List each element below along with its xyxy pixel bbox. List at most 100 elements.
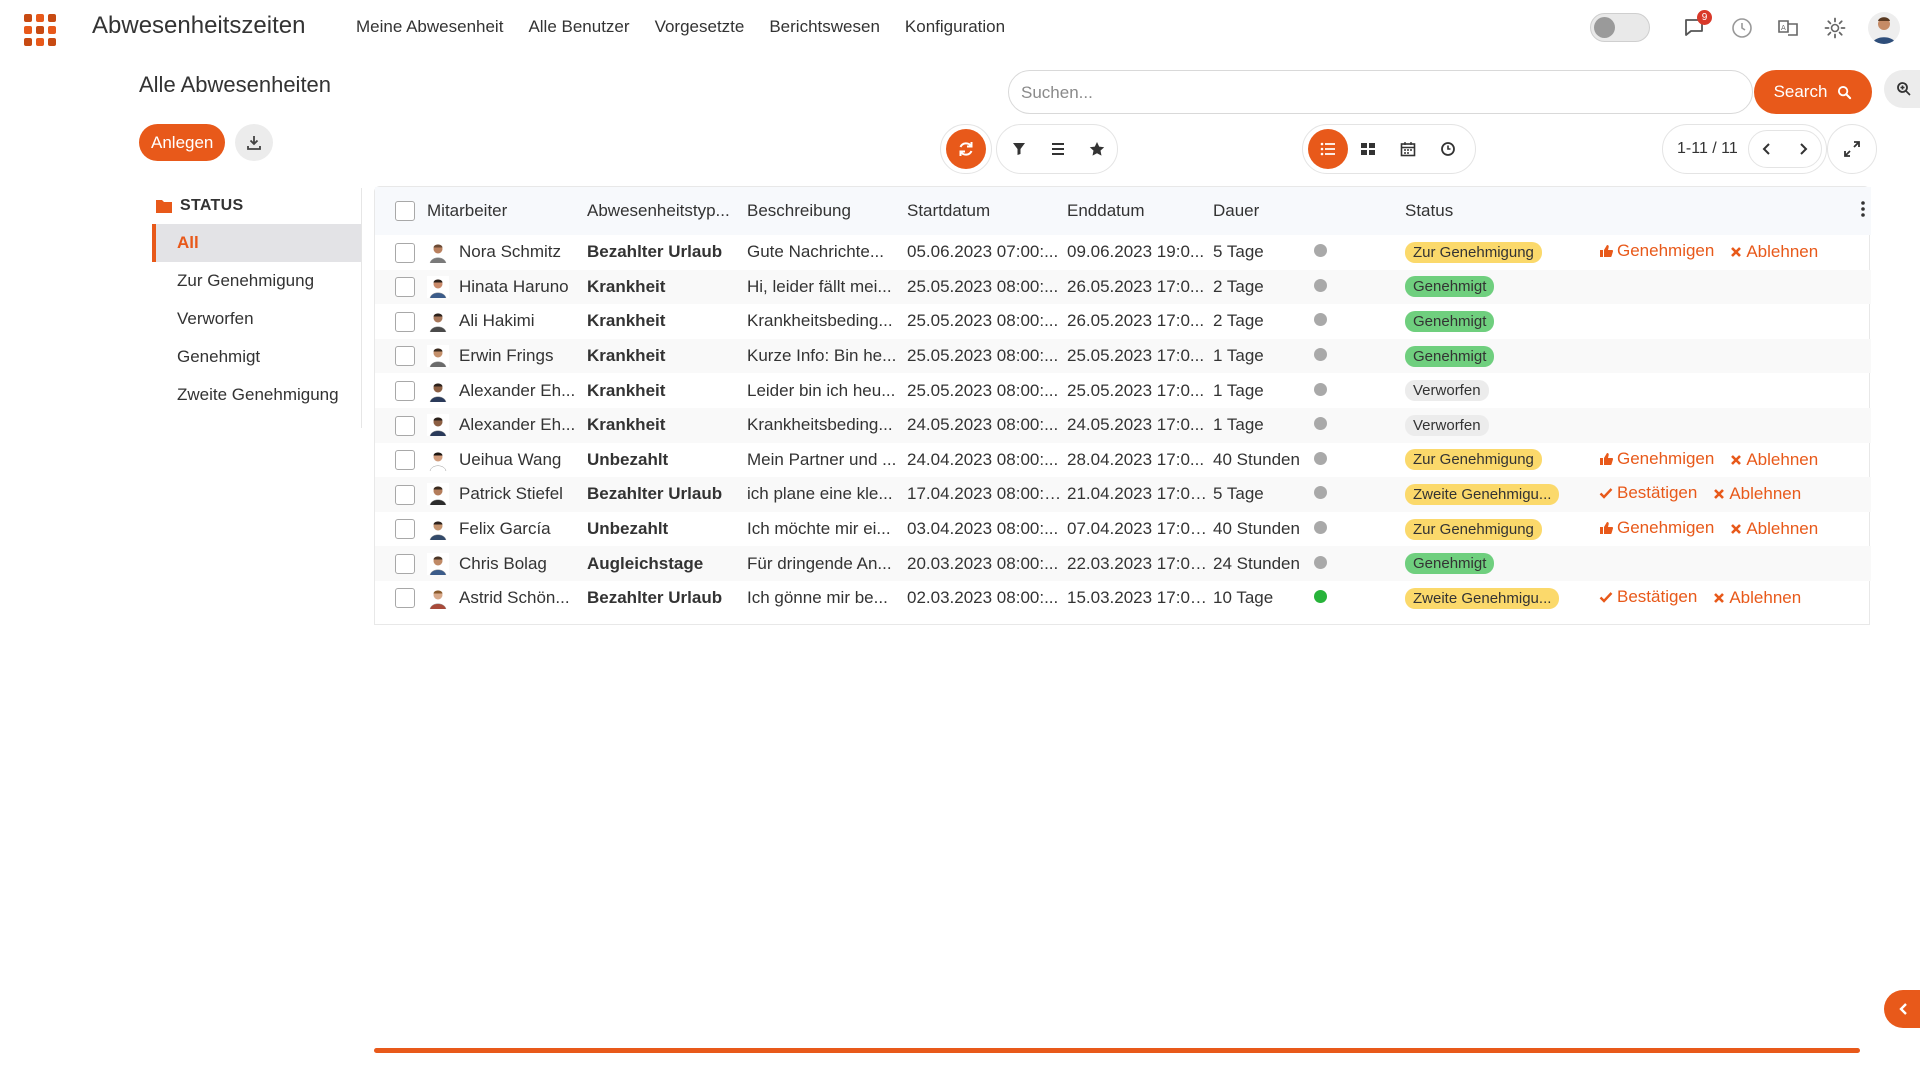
activity-status-dot[interactable] xyxy=(1314,417,1327,431)
pager-range[interactable]: 1-11 / 11 xyxy=(1677,140,1738,158)
status-sidebar: STATUS All Zur Genehmigung Verworfen Gen… xyxy=(152,188,362,428)
row-checkbox[interactable] xyxy=(395,588,415,609)
header-end[interactable]: Enddatum xyxy=(1063,187,1209,235)
menu-item-all-users[interactable]: Alle Benutzer xyxy=(528,17,629,37)
menu-item-my-absence[interactable]: Meine Abwesenheit xyxy=(356,17,503,37)
row-select-cell xyxy=(375,338,423,374)
row-checkbox[interactable] xyxy=(395,380,415,401)
activity-status-dot[interactable] xyxy=(1314,590,1327,604)
reject-button[interactable]: Ablehnen xyxy=(1713,484,1801,504)
download-button[interactable] xyxy=(235,124,273,161)
chevron-left-icon xyxy=(1899,1003,1907,1015)
header-description[interactable]: Beschreibung xyxy=(743,187,903,235)
activity-status-dot[interactable] xyxy=(1314,451,1327,465)
row-checkbox[interactable] xyxy=(395,484,415,505)
language-icon[interactable]: A xyxy=(1774,14,1802,42)
activity-status-dot[interactable] xyxy=(1314,486,1327,500)
row-checkbox[interactable] xyxy=(395,553,415,574)
menu-item-managers[interactable]: Vorgesetzte xyxy=(655,17,745,37)
filter-button[interactable] xyxy=(999,129,1038,169)
table-row[interactable]: Hinata Haruno Krankheit Hi, leider fällt m… xyxy=(375,269,1871,305)
row-checkbox[interactable] xyxy=(395,450,415,471)
employee-avatar xyxy=(427,518,449,541)
reject-button[interactable]: Ablehnen xyxy=(1730,519,1818,539)
absence-table-container: Mitarbeiter Abwesenheitstyp... Beschreib… xyxy=(374,186,1871,625)
header-duration[interactable]: Dauer xyxy=(1209,187,1309,235)
group-by-button[interactable] xyxy=(1038,129,1077,169)
sidebar-item-rejected[interactable]: Verworfen xyxy=(152,300,361,338)
row-checkbox[interactable] xyxy=(395,346,415,367)
chat-icon[interactable]: 9 xyxy=(1680,10,1712,42)
clock-icon[interactable] xyxy=(1728,14,1756,42)
favorites-button[interactable] xyxy=(1078,129,1117,169)
list-view-button[interactable] xyxy=(1308,129,1348,169)
row-checkbox[interactable] xyxy=(395,311,415,332)
search-button[interactable]: Search xyxy=(1754,70,1872,114)
table-row[interactable]: Felix García Unbezahlt Ich möchte mir ei..… xyxy=(375,512,1871,547)
zoom-icon[interactable] xyxy=(1884,70,1920,108)
approve-button[interactable]: Genehmigen xyxy=(1599,449,1714,469)
horizontal-scrollbar[interactable] xyxy=(374,1048,1860,1053)
table-row[interactable]: Alexander Eh... Krankheit Krankheitsbeding… xyxy=(375,407,1871,443)
header-type[interactable]: Abwesenheitstyp... xyxy=(583,187,743,235)
table-row[interactable]: Ali Hakimi Krankheit Krankheitsbeding... 25… xyxy=(375,304,1871,339)
search-input[interactable] xyxy=(1021,81,1561,105)
table-row[interactable]: Nora Schmitz Bezahlter Urlaub Gute Nachric… xyxy=(375,235,1871,270)
menu-item-reporting[interactable]: Berichtswesen xyxy=(769,17,880,37)
kanban-view-button[interactable] xyxy=(1348,129,1388,169)
table-row[interactable]: Astrid Schön... Bezahlter Urlaub Ich gönne… xyxy=(375,581,1871,616)
table-row[interactable]: Ueihua Wang Unbezahlt Mein Partner und ...… xyxy=(375,443,1871,478)
activity-status-dot[interactable] xyxy=(1314,521,1327,535)
expand-button[interactable] xyxy=(1827,124,1877,174)
header-employee[interactable]: Mitarbeiter xyxy=(423,187,583,235)
activity-status-dot[interactable] xyxy=(1314,244,1327,258)
table-row[interactable]: Patrick Stiefel Bezahlter Urlaub ich plane… xyxy=(375,477,1871,512)
employee-avatar xyxy=(427,275,449,298)
row-checkbox[interactable] xyxy=(395,519,415,540)
calendar-view-button[interactable] xyxy=(1388,129,1428,169)
activity-status-dot[interactable] xyxy=(1314,313,1327,327)
activity-status-dot[interactable] xyxy=(1314,555,1327,569)
collapse-panel-button[interactable] xyxy=(1884,990,1920,1028)
sidebar-item-second-approval[interactable]: Zweite Genehmigung xyxy=(152,376,361,414)
row-checkbox[interactable] xyxy=(395,242,415,263)
calendar-icon xyxy=(1400,142,1416,157)
apps-grid-icon[interactable] xyxy=(24,14,56,46)
approve-button[interactable]: Genehmigen xyxy=(1599,518,1714,538)
approve-button[interactable]: Genehmigen xyxy=(1599,241,1714,261)
activity-status-dot[interactable] xyxy=(1314,348,1327,362)
gear-icon[interactable] xyxy=(1821,14,1849,42)
status-cell: Zweite Genehmigu... xyxy=(1401,477,1595,512)
row-checkbox[interactable] xyxy=(395,415,415,436)
select-all-checkbox[interactable] xyxy=(395,201,415,222)
table-row[interactable]: Erwin Frings Krankheit Kurze Info: Bin he.… xyxy=(375,338,1871,374)
sidebar-item-all[interactable]: All xyxy=(152,224,361,262)
activity-view-button[interactable] xyxy=(1428,129,1468,169)
header-start[interactable]: Startdatum xyxy=(903,187,1063,235)
theme-toggle[interactable] xyxy=(1590,13,1650,42)
user-avatar[interactable] xyxy=(1868,12,1900,44)
create-button[interactable]: Anlegen xyxy=(139,124,226,161)
refresh-button[interactable] xyxy=(946,129,986,169)
table-row[interactable]: Alexander Eh... Krankheit Leider bin ich h… xyxy=(375,373,1871,408)
sidebar-item-pending[interactable]: Zur Genehmigung xyxy=(152,262,361,300)
sidebar-item-approved[interactable]: Genehmigt xyxy=(152,338,361,376)
pager-next-button[interactable] xyxy=(1785,131,1821,167)
pager-previous-button[interactable] xyxy=(1749,131,1785,167)
reject-button[interactable]: Ablehnen xyxy=(1730,242,1818,262)
kebab-menu-icon[interactable] xyxy=(1861,200,1865,217)
confirm-button[interactable]: Bestätigen xyxy=(1599,587,1697,607)
status-cell: Zur Genehmigung xyxy=(1401,443,1595,478)
row-checkbox[interactable] xyxy=(395,277,415,298)
reject-button[interactable]: Ablehnen xyxy=(1713,588,1801,608)
reject-button[interactable]: Ablehnen xyxy=(1730,450,1818,470)
menu-item-configuration[interactable]: Konfiguration xyxy=(905,17,1005,37)
confirm-button[interactable]: Bestätigen xyxy=(1599,483,1697,503)
description: Krankheitsbeding... xyxy=(743,407,903,443)
row-select-cell xyxy=(375,269,423,305)
activity-status-dot[interactable] xyxy=(1314,278,1327,292)
table-row[interactable]: Chris Bolag Augleichstage Für dringende An… xyxy=(375,546,1871,581)
activity-status-dot[interactable] xyxy=(1314,382,1327,396)
header-status[interactable]: Status xyxy=(1401,187,1595,235)
description: Mein Partner und ... xyxy=(747,449,897,469)
